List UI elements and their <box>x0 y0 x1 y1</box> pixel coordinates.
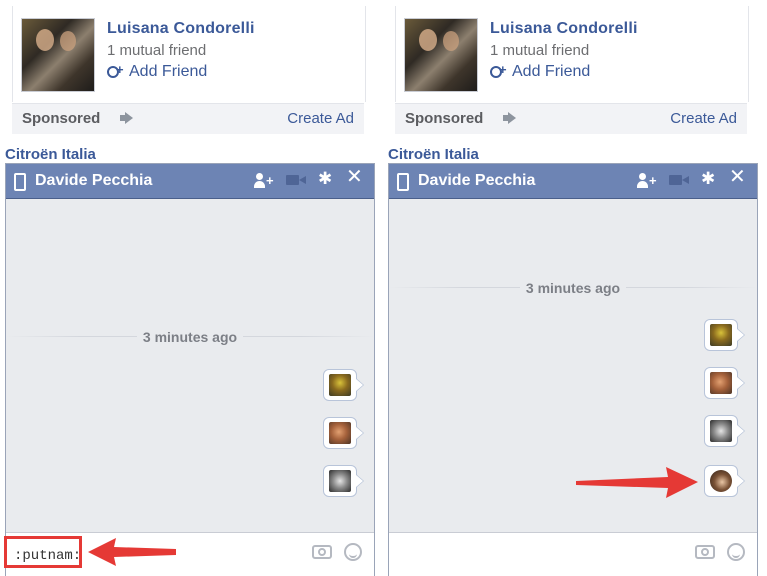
sticker-image <box>710 420 732 442</box>
chat-title[interactable]: Davide Pecchia <box>418 172 535 190</box>
chat-header[interactable]: Davide Pecchia + ✱ ✕ <box>6 164 374 199</box>
advertiser-link[interactable]: Citroën Italia <box>388 146 479 163</box>
arrow-left-icon <box>88 538 176 566</box>
megaphone-icon <box>120 112 134 124</box>
left-annotation-arrow <box>88 538 176 566</box>
mutual-friends-text: 1 mutual friend <box>490 42 590 59</box>
mutual-friends-text: 1 mutual friend <box>107 42 207 59</box>
chat-header[interactable]: Davide Pecchia + ✱ ✕ <box>389 164 757 199</box>
close-icon[interactable]: ✕ <box>346 167 363 187</box>
sticker-message[interactable] <box>704 465 745 497</box>
left-panel: Luisana Condorelli 1 mutual friend Add F… <box>0 0 376 576</box>
chat-input-bar <box>389 532 757 576</box>
sticker-image <box>329 422 351 444</box>
advertiser-link[interactable]: Citroën Italia <box>5 146 96 163</box>
sticker-message[interactable] <box>323 465 364 497</box>
sponsored-label: Sponsored <box>22 110 101 127</box>
mobile-icon <box>14 173 26 191</box>
create-ad-link[interactable]: Create Ad <box>287 110 354 127</box>
right-panel: Luisana Condorelli 1 mutual friend Add F… <box>383 0 759 576</box>
friend-name-link[interactable]: Luisana Condorelli <box>490 20 638 38</box>
sticker-message[interactable] <box>323 417 364 449</box>
sticker-message[interactable] <box>704 415 745 447</box>
message-input[interactable] <box>395 541 629 571</box>
add-people-plus-icon: + <box>649 173 657 188</box>
sticker-image <box>710 324 732 346</box>
add-friend-icon <box>105 62 124 79</box>
sponsored-bar: Sponsored Create Ad <box>395 103 747 134</box>
sponsored-label: Sponsored <box>405 110 484 127</box>
arrow-right-icon <box>576 467 698 498</box>
add-friend-label: Add Friend <box>512 63 591 80</box>
friend-avatar[interactable] <box>404 18 478 92</box>
camera-icon[interactable] <box>695 545 715 559</box>
add-friend-button[interactable]: Add Friend <box>105 62 208 81</box>
chat-messages: 3 minutes ago <box>6 199 374 532</box>
friend-name-link[interactable]: Luisana Condorelli <box>107 20 255 38</box>
sponsored-bar: Sponsored Create Ad <box>12 103 364 134</box>
video-icon[interactable] <box>669 175 689 185</box>
chat-window: Davide Pecchia + ✱ ✕ 3 minutes ago <box>388 163 758 576</box>
sticker-image <box>329 470 351 492</box>
input-highlight-box <box>4 536 82 568</box>
add-friend-button[interactable]: Add Friend <box>488 62 591 81</box>
timestamp-text: 3 minutes ago <box>136 329 244 345</box>
add-people-plus-icon: + <box>266 173 274 188</box>
emoji-icon[interactable] <box>344 543 362 561</box>
close-icon[interactable]: ✕ <box>729 167 746 187</box>
camera-icon[interactable] <box>312 545 332 559</box>
chat-window: Davide Pecchia + ✱ ✕ 3 minutes ago <box>5 163 375 576</box>
friend-avatar[interactable] <box>21 18 95 92</box>
create-ad-link[interactable]: Create Ad <box>670 110 737 127</box>
add-friend-label: Add Friend <box>129 63 208 80</box>
timestamp: 3 minutes ago <box>6 329 374 345</box>
sticker-message[interactable] <box>704 319 745 351</box>
right-annotation-arrow <box>576 467 698 498</box>
friend-suggestion: Luisana Condorelli 1 mutual friend Add F… <box>395 6 749 102</box>
sticker-message[interactable] <box>704 367 745 399</box>
add-friend-icon <box>488 62 507 79</box>
timestamp-text: 3 minutes ago <box>519 280 627 296</box>
timestamp: 3 minutes ago <box>389 280 757 296</box>
chat-title[interactable]: Davide Pecchia <box>35 172 152 190</box>
sticker-image <box>710 470 732 492</box>
sticker-image <box>329 374 351 396</box>
chat-messages: 3 minutes ago <box>389 199 757 532</box>
mobile-icon <box>397 173 409 191</box>
sticker-image <box>710 372 732 394</box>
sticker-message[interactable] <box>323 369 364 401</box>
gear-icon[interactable]: ✱ <box>318 170 332 187</box>
gear-icon[interactable]: ✱ <box>701 170 715 187</box>
friend-suggestion: Luisana Condorelli 1 mutual friend Add F… <box>12 6 366 102</box>
video-icon[interactable] <box>286 175 306 185</box>
megaphone-icon <box>503 112 517 124</box>
emoji-icon[interactable] <box>727 543 745 561</box>
